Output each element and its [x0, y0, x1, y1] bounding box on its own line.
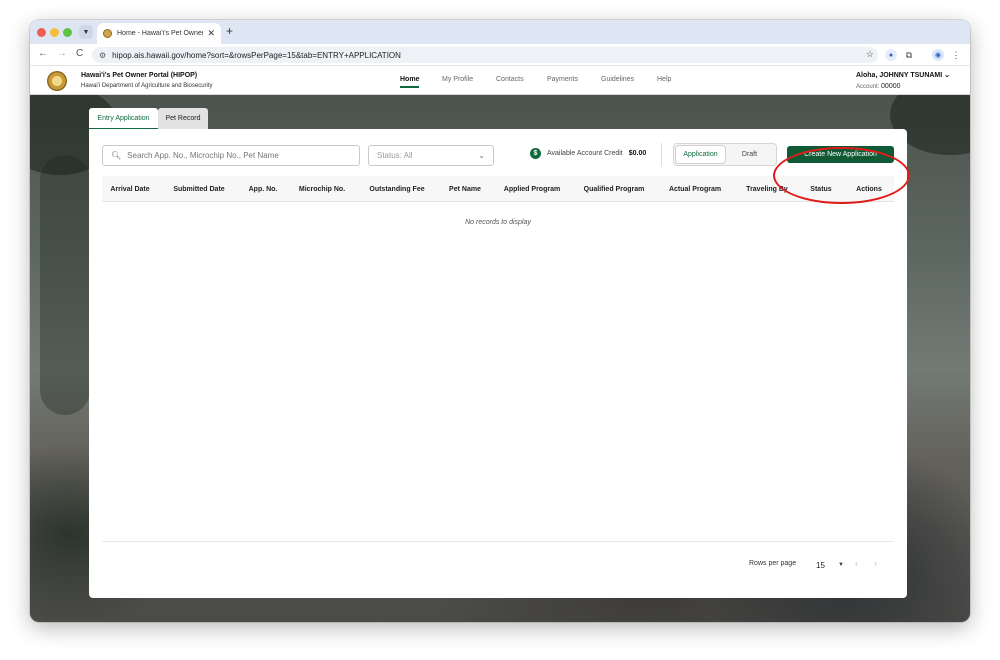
column-submitted-date[interactable]: Submitted Date: [173, 176, 224, 202]
rows-per-page-select[interactable]: 15 ▼: [816, 559, 844, 571]
dollar-icon: $: [530, 148, 541, 159]
site-settings-icon[interactable]: ⚙: [99, 51, 106, 60]
back-button[interactable]: ←: [38, 48, 48, 59]
nav-my-profile[interactable]: My Profile: [442, 76, 473, 83]
forward-button[interactable]: →: [57, 48, 67, 59]
close-window-button[interactable]: [37, 28, 46, 37]
empty-state-message: No records to display: [465, 219, 531, 226]
applications-card: 🔍︎ Status: All ⌄ $ Available Account Cre…: [89, 129, 907, 598]
column-microchip-no[interactable]: Microchip No.: [299, 176, 345, 202]
maximize-window-button[interactable]: [63, 28, 72, 37]
menu-icon[interactable]: ⋮: [950, 49, 962, 61]
new-tab-button[interactable]: +: [226, 24, 233, 38]
password-manager-icon[interactable]: ●: [885, 49, 897, 61]
bookmark-star-icon[interactable]: ☆: [866, 49, 874, 60]
tab-pet-record[interactable]: Pet Record: [158, 108, 208, 129]
app-header: Hawai'i's Pet Owner Portal (HIPOP) Hawai…: [30, 66, 970, 95]
hipop-favicon-icon: [103, 29, 112, 38]
palm-trunk: [40, 155, 90, 415]
url-text: hipop.ais.hawaii.gov/home?sort=&rowsPerP…: [112, 50, 401, 60]
segment-application[interactable]: Application: [676, 146, 725, 163]
nav-contacts[interactable]: Contacts: [496, 76, 524, 83]
portal-title: Hawai'i's Pet Owner Portal (HIPOP): [81, 72, 198, 79]
address-bar[interactable]: ⚙ hipop.ais.hawaii.gov/home?sort=&rowsPe…: [92, 47, 878, 63]
search-box[interactable]: 🔍︎: [102, 145, 360, 166]
status-filter-select[interactable]: Status: All ⌄: [368, 145, 494, 166]
nav-payments[interactable]: Payments: [547, 76, 578, 83]
column-applied-program[interactable]: Applied Program: [504, 176, 560, 202]
nav-help[interactable]: Help: [657, 76, 671, 83]
browser-tab-home[interactable]: Home - Hawai'i's Pet Owner P ✕: [97, 23, 221, 44]
table-footer-divider: [102, 541, 894, 542]
next-page-button[interactable]: ›: [874, 558, 877, 568]
tab-search-chevron-icon[interactable]: ▼: [79, 25, 93, 39]
account-number: 00000: [881, 83, 901, 90]
rows-per-page-label: Rows per page: [749, 560, 797, 567]
browser-window: ▼ Home - Hawai'i's Pet Owner P ✕ + ← → C…: [30, 20, 970, 622]
status-filter-value: Status: All: [377, 151, 413, 160]
chevron-down-icon: ⌄: [478, 151, 485, 160]
browser-toolbar: ← → C ⚙ hipop.ais.hawaii.gov/home?sort=&…: [30, 44, 970, 66]
user-menu[interactable]: Aloha, JOHNNY TSUNAMI ⌄: [856, 71, 950, 79]
account-label: Account:: [856, 84, 880, 90]
account-credit: $ Available Account Credit $0.00: [530, 148, 646, 159]
column-outstanding-fee[interactable]: Outstanding Fee: [369, 176, 424, 202]
search-icon: 🔍︎: [111, 151, 122, 160]
browser-tab-title: Home - Hawai'i's Pet Owner P: [117, 30, 204, 37]
column-pet-name[interactable]: Pet Name: [449, 176, 481, 202]
reload-button[interactable]: C: [76, 48, 83, 59]
nav-home[interactable]: Home: [400, 76, 420, 88]
application-draft-toggle: Application Draft: [673, 143, 777, 166]
extensions-icon[interactable]: ⧉: [903, 49, 915, 61]
annotation-circle: [773, 147, 910, 204]
previous-page-button[interactable]: ‹: [855, 558, 858, 568]
browser-tab-bar: ▼ Home - Hawai'i's Pet Owner P ✕ +: [30, 20, 970, 44]
nav-guidelines[interactable]: Guidelines: [601, 76, 634, 83]
tab-close-icon[interactable]: ✕: [207, 28, 215, 39]
column-app-no[interactable]: App. No.: [249, 176, 278, 202]
search-input[interactable]: [127, 151, 348, 160]
profile-icon[interactable]: ◉: [932, 49, 944, 61]
tab-entry-application[interactable]: Entry Application: [89, 108, 158, 130]
caret-down-icon: ▼: [838, 562, 844, 568]
rows-per-page-value: 15: [816, 560, 825, 570]
portal-subtitle: Hawai'i Department of Agriculture and Bi…: [81, 83, 213, 89]
column-arrival-date[interactable]: Arrival Date: [110, 176, 149, 202]
toolbar-divider: [661, 143, 662, 167]
credit-value: $0.00: [628, 150, 647, 157]
segment-draft[interactable]: Draft: [725, 146, 774, 163]
minimize-window-button[interactable]: [50, 28, 59, 37]
hawaii-seal-logo[interactable]: [47, 71, 67, 91]
credit-label: Available Account Credit: [547, 150, 623, 157]
column-actual-program[interactable]: Actual Program: [669, 176, 721, 202]
column-qualified-program[interactable]: Qualified Program: [584, 176, 645, 202]
account-info: Account: 00000: [856, 83, 901, 90]
